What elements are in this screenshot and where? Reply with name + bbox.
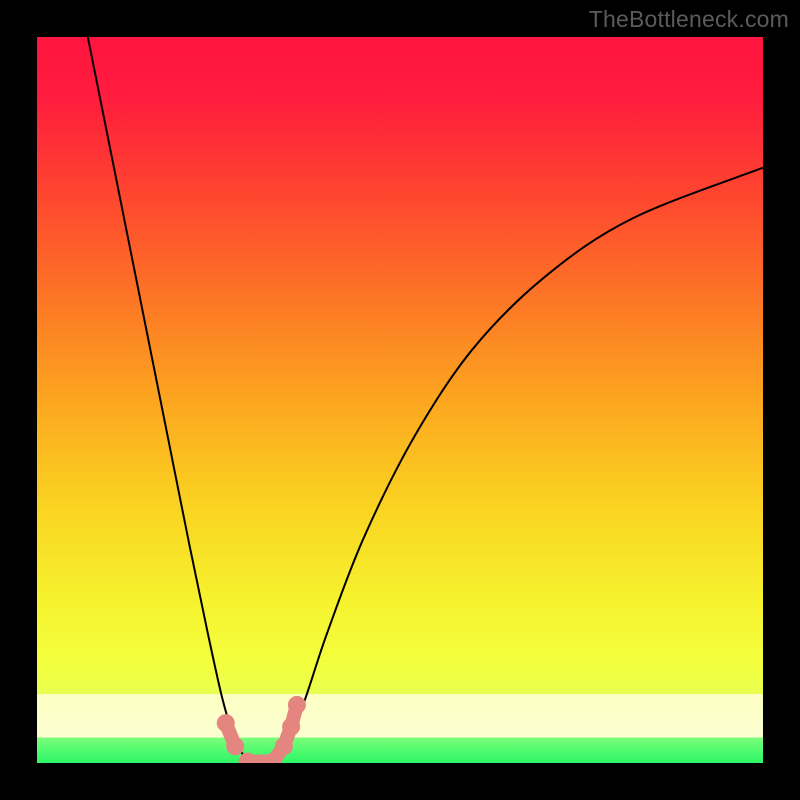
highlight-markers xyxy=(217,696,306,763)
highlight-dot xyxy=(226,737,244,755)
highlight-dot xyxy=(239,753,257,763)
highlight-dot xyxy=(288,696,306,714)
plot-area xyxy=(37,37,763,763)
watermark-text: TheBottleneck.com xyxy=(589,6,789,33)
chart-frame: TheBottleneck.com xyxy=(0,0,800,800)
bottleneck-curve xyxy=(88,37,763,762)
chart-canvas xyxy=(37,37,763,763)
highlight-dot xyxy=(282,718,300,736)
highlight-dot xyxy=(275,737,293,755)
highlight-dot xyxy=(217,714,235,732)
